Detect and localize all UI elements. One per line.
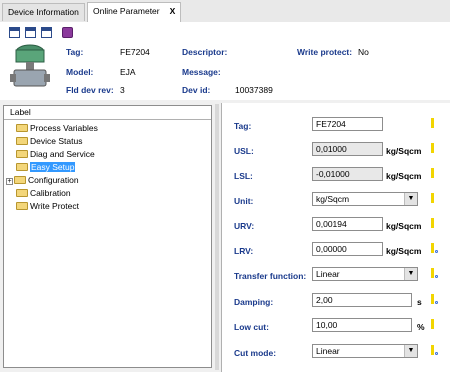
folder-icon — [16, 150, 28, 158]
tree-item-easy-setup[interactable]: Easy Setup — [16, 161, 98, 174]
model-label: Model: — [66, 67, 94, 77]
unit-select[interactable]: kg/Sqcm ▼ — [312, 192, 418, 206]
lrv-input[interactable]: 0,00000 — [312, 242, 383, 256]
tree-item-device-status[interactable]: Device Status — [16, 135, 98, 148]
editable-marker-icon — [431, 143, 434, 153]
urv-label: URV: — [234, 221, 255, 231]
folder-icon — [14, 176, 26, 184]
cut-mode-select[interactable]: Linear ▼ — [312, 344, 418, 358]
table-icon[interactable] — [25, 27, 36, 38]
lrv-unit: kg/Sqcm — [386, 246, 422, 256]
tree-column-header[interactable]: Label — [4, 106, 211, 120]
editable-marker-icon — [431, 319, 434, 329]
table-icon[interactable] — [9, 27, 20, 38]
low-cut-unit: % — [417, 322, 425, 332]
write-protect-label: Write protect: — [297, 47, 353, 57]
folder-icon — [16, 202, 28, 210]
model-value: EJA — [120, 67, 136, 77]
tree-items: Process Variables Device Status Diag and… — [6, 122, 98, 213]
method-marker-icon — [431, 294, 438, 304]
folder-icon — [16, 137, 28, 145]
tree-item-configuration[interactable]: + Configuration — [6, 174, 98, 187]
damping-input[interactable]: 2,00 — [312, 293, 412, 307]
transfer-function-select[interactable]: Linear ▼ — [312, 267, 418, 281]
lsl-label: LSL: — [234, 171, 253, 181]
chevron-down-icon[interactable]: ▼ — [404, 193, 417, 205]
dev-id-label: Dev id: — [182, 85, 211, 95]
method-marker-icon — [431, 268, 438, 278]
tab-label: Device Information — [8, 7, 79, 17]
message-label: Message: — [182, 67, 221, 77]
chevron-down-icon[interactable]: ▼ — [404, 345, 417, 357]
method-marker-icon — [431, 345, 438, 355]
tree-item-diag-and-service[interactable]: Diag and Service — [16, 148, 98, 161]
column-header-label: Label — [10, 107, 31, 117]
expand-icon[interactable]: + — [6, 178, 13, 185]
write-protect-value: No — [358, 47, 369, 57]
folder-icon — [16, 189, 28, 197]
urv-input[interactable]: 0,00194 — [312, 217, 383, 231]
usl-unit: kg/Sqcm — [386, 146, 422, 156]
folder-open-icon — [16, 163, 28, 171]
transmitter-icon — [10, 44, 50, 87]
tag-label: Tag: — [66, 47, 84, 57]
tree-item-write-protect[interactable]: Write Protect — [16, 200, 98, 213]
panel-splitter[interactable] — [215, 104, 219, 370]
tree-item-process-variables[interactable]: Process Variables — [16, 122, 98, 135]
unit-label: Unit: — [234, 196, 254, 206]
tab-device-information[interactable]: Device Information — [2, 3, 85, 21]
editable-marker-icon — [431, 118, 434, 128]
tab-online-parameter[interactable]: Online Parameter X — [87, 2, 182, 22]
method-marker-icon — [431, 243, 438, 253]
tag-value: FE7204 — [120, 47, 150, 57]
damping-unit: s — [417, 297, 422, 307]
dev-id-value: 10037389 — [235, 85, 273, 95]
usl-field: 0,01000 — [312, 142, 383, 156]
book-icon[interactable] — [62, 27, 73, 38]
editable-marker-icon — [431, 218, 434, 228]
descriptor-label: Descriptor: — [182, 47, 228, 57]
cut-mode-label: Cut mode: — [234, 348, 277, 358]
lsl-field: -0,01000 — [312, 167, 383, 181]
fld-dev-rev-value: 3 — [120, 85, 125, 95]
chevron-down-icon[interactable]: ▼ — [404, 268, 417, 280]
lrv-label: LRV: — [234, 246, 254, 256]
table-icon[interactable] — [41, 27, 52, 38]
usl-label: USL: — [234, 146, 254, 156]
tab-label: Online Parameter — [93, 6, 160, 16]
close-icon[interactable]: X — [170, 6, 176, 16]
transfer-function-label: Transfer function: — [234, 271, 307, 281]
tag-input[interactable]: FE7204 — [312, 117, 383, 131]
tree-item-calibration[interactable]: Calibration — [16, 187, 98, 200]
low-cut-input[interactable]: 10,00 — [312, 318, 412, 332]
low-cut-label: Low cut: — [234, 322, 269, 332]
fld-dev-rev-label: Fld dev rev: — [66, 85, 114, 95]
lsl-unit: kg/Sqcm — [386, 171, 422, 181]
editable-marker-icon — [431, 193, 434, 203]
folder-icon — [16, 124, 28, 132]
tag-field-label: Tag: — [234, 121, 252, 131]
urv-unit: kg/Sqcm — [386, 221, 422, 231]
damping-label: Damping: — [234, 297, 274, 307]
editable-marker-icon — [431, 168, 434, 178]
